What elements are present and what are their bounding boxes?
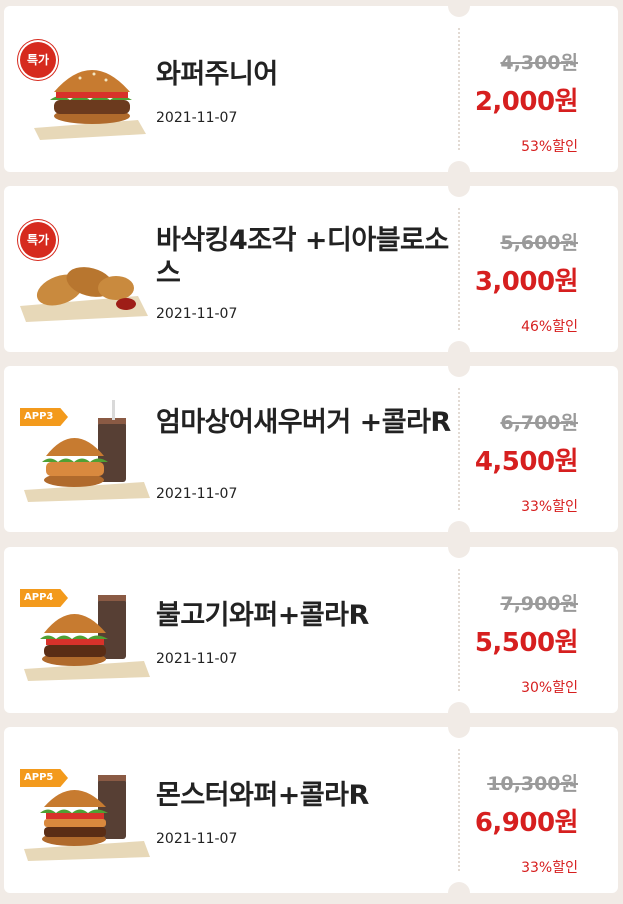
coupon-card[interactable]: APP3 엄마상어새우버거 +콜라R 2021-11-07 6,700원 4,5… (4, 355, 618, 543)
coupon-date: 2021-11-07 (156, 486, 238, 502)
product-image: APP4 (20, 577, 154, 687)
dotted-divider (458, 208, 460, 330)
product-image: APP3 (20, 396, 154, 506)
discount-rate: 33%할인 (521, 499, 578, 515)
product-title: 몬스터와퍼+콜라R (156, 780, 369, 811)
original-price: 5,600원 (500, 232, 578, 254)
price-block: 10,300원 6,900원 33%할인 (474, 769, 579, 877)
discount-rate: 33%할인 (521, 860, 578, 876)
discount-rate: 46%할인 (521, 319, 578, 335)
coupon-card[interactable]: 특가 와퍼주니어 2021-11-07 4,300원 2,000원 53%할인 (4, 0, 618, 183)
coupon-date: 2021-11-07 (156, 110, 238, 126)
product-title: 불고기와퍼+콜라R (156, 600, 369, 631)
coupon-date: 2021-11-07 (156, 831, 238, 847)
product-title: 와퍼주니어 (156, 59, 278, 90)
dotted-divider (458, 388, 460, 510)
original-price: 6,700원 (500, 412, 578, 434)
coupon-card[interactable]: 특가 바삭킹4조각 +디아블로소스 2021-11-07 5,600원 3,00… (4, 175, 618, 363)
discount-rate: 30%할인 (521, 680, 578, 696)
dotted-divider (458, 569, 460, 691)
coupon-date: 2021-11-07 (156, 306, 238, 322)
app-badge: APP4 (20, 589, 68, 607)
dotted-divider (458, 28, 460, 150)
product-title: 바삭킹4조각 +디아블로소스 (156, 225, 449, 289)
sale-price: 4,500원 (474, 447, 579, 477)
product-image: 특가 (20, 36, 154, 146)
price-block: 4,300원 2,000원 53%할인 (474, 48, 579, 156)
original-price: 4,300원 (500, 52, 578, 74)
coupon-list: 특가 와퍼주니어 2021-11-07 4,300원 2,000원 53%할인 … (0, 0, 623, 904)
original-price: 7,900원 (500, 593, 578, 615)
price-block: 6,700원 4,500원 33%할인 (474, 408, 579, 516)
sale-price: 3,000원 (474, 267, 579, 297)
sale-price: 2,000원 (474, 87, 579, 117)
price-block: 7,900원 5,500원 30%할인 (474, 589, 579, 697)
special-badge: 특가 (20, 222, 56, 258)
coupon-card[interactable]: APP4 불고기와퍼+콜라R 2021-11-07 7,900원 5,500원 … (4, 536, 618, 724)
coupon-card[interactable]: APP5 몬스터와퍼+콜라R 2021-11-07 10,300원 6,900원… (4, 716, 618, 904)
app-badge: APP5 (20, 769, 68, 787)
discount-rate: 53%할인 (521, 139, 578, 155)
sale-price: 6,900원 (474, 808, 579, 838)
price-block: 5,600원 3,000원 46%할인 (474, 228, 579, 336)
product-title: 엄마상어새우버거 +콜라R (156, 407, 451, 438)
coupon-date: 2021-11-07 (156, 651, 238, 667)
special-badge: 특가 (20, 42, 56, 78)
app-badge: APP3 (20, 408, 68, 426)
product-image: APP5 (20, 757, 154, 867)
sale-price: 5,500원 (474, 628, 579, 658)
dotted-divider (458, 749, 460, 871)
original-price: 10,300원 (487, 773, 578, 795)
product-image: 특가 (20, 216, 154, 326)
